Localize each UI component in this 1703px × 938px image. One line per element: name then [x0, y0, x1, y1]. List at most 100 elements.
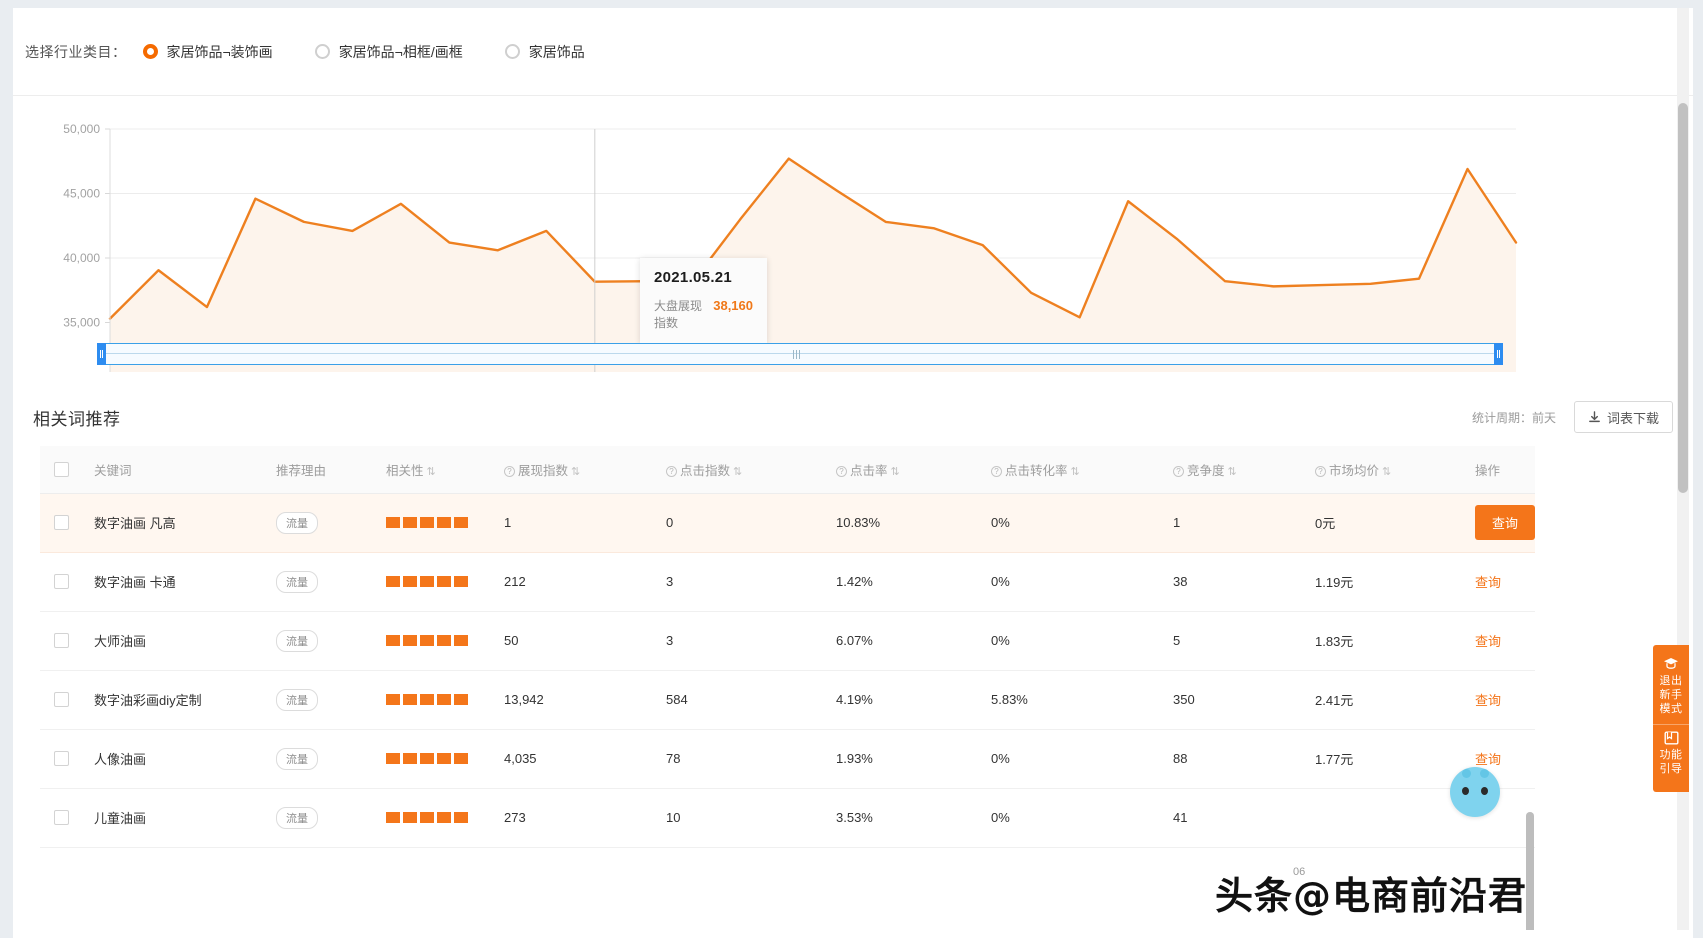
reason-cell: 流量	[262, 788, 372, 848]
table-header-clicks[interactable]: ? 点击指数 ⇅	[652, 446, 822, 494]
row-checkbox-cell	[40, 611, 80, 671]
table-row[interactable]: 人像油画 流量 4,035 78 1.93% 0% 88 1.77元 查询	[40, 729, 1535, 789]
side-rail-label-1-1: 引导	[1659, 763, 1683, 775]
avg-price-cell	[1301, 788, 1461, 848]
help-icon[interactable]: ?	[991, 465, 1002, 477]
radio-dot-icon[interactable]	[142, 44, 158, 59]
query-link[interactable]: 查询	[1475, 634, 1501, 649]
sort-icon[interactable]: ⇅	[1071, 465, 1080, 478]
table-row[interactable]: 数字油画 卡通 流量 212 3 1.42% 0% 38 1.19元 查询	[40, 552, 1535, 612]
row-checkbox[interactable]	[54, 515, 69, 530]
impression-value: 4,035	[504, 751, 537, 766]
query-link[interactable]: 查询	[1475, 693, 1501, 708]
sort-icon[interactable]: ⇅	[571, 465, 580, 478]
relevance-bar	[386, 812, 400, 823]
category-radio-label-1: 家居饰品¬相框/画框	[338, 43, 463, 60]
table-scrollbar-thumb[interactable]	[1526, 812, 1534, 938]
query-button[interactable]: 查询	[1475, 505, 1535, 540]
category-radio-1[interactable]: 家居饰品¬相框/画框	[314, 42, 463, 62]
ctr-cell: 1.42%	[822, 552, 977, 612]
row-checkbox[interactable]	[54, 692, 69, 707]
table-header-avg_price[interactable]: ? 市场均价 ⇅	[1301, 446, 1461, 494]
relevance-cell	[372, 788, 490, 848]
clicks-value: 584	[666, 692, 688, 707]
radio-dot-icon[interactable]	[314, 44, 330, 59]
table-row[interactable]: 数字油彩画diy定制 流量 13,942 584 4.19% 5.83% 350 2.41元 查…	[40, 670, 1535, 730]
page-gutter-right	[1693, 0, 1703, 938]
page-scrollbar[interactable]	[1677, 8, 1689, 938]
competition-cell: 41	[1159, 788, 1301, 848]
sort-icon[interactable]: ⇅	[1382, 465, 1391, 478]
table-header-cvr[interactable]: ? 点击转化率 ⇅	[977, 446, 1159, 494]
avg-price-value: 2.41元	[1315, 693, 1354, 708]
table-row[interactable]: 大师油画 流量 50 3 6.07% 0% 5 1.83元 查询	[40, 611, 1535, 671]
keyword-text: 人像油画	[94, 752, 147, 767]
row-checkbox[interactable]	[54, 633, 69, 648]
help-icon[interactable]: ?	[1315, 465, 1326, 477]
query-link[interactable]: 查询	[1475, 752, 1501, 767]
reason-tag: 流量	[276, 570, 318, 593]
relevance-bar	[420, 517, 434, 528]
sort-icon[interactable]: ⇅	[427, 465, 436, 478]
ctr-value: 6.07%	[836, 633, 873, 648]
keyword-cell: 数字油彩画diy定制	[80, 670, 262, 730]
help-icon[interactable]: ?	[504, 465, 515, 477]
row-checkbox[interactable]	[54, 810, 69, 825]
table-row[interactable]: 儿童油画 流量 273 10 3.53% 0% 41	[40, 788, 1535, 848]
select-all-checkbox[interactable]	[54, 461, 69, 477]
relevance-bar	[437, 635, 451, 646]
range-slider-grip[interactable]	[793, 350, 800, 359]
help-icon[interactable]: ?	[836, 465, 847, 477]
table-header-row: 关键词 推荐理由 相关性 ⇅? 展现指数 ⇅? 点击指数 ⇅? 点击率 ⇅? 点击转化率 ⇅? 竞争度 ⇅…	[40, 446, 1535, 494]
table-header-action: 操作	[1461, 446, 1535, 494]
keyword-cell: 数字油画 凡高	[80, 493, 262, 553]
related-words-header-actions: 统计周期：前天 词表下载	[1472, 401, 1673, 433]
page-scrollbar-thumb[interactable]	[1678, 103, 1688, 493]
keyword-text: 大师油画	[94, 634, 147, 649]
related-words-table: 关键词 推荐理由 相关性 ⇅? 展现指数 ⇅? 点击指数 ⇅? 点击率 ⇅? 点击转化率 ⇅? 竞争度 ⇅…	[40, 446, 1535, 848]
table-header-competition[interactable]: ? 竞争度 ⇅	[1159, 446, 1301, 494]
reason-tag: 流量	[276, 511, 318, 534]
range-slider-track	[98, 344, 1502, 364]
keyword-text: 数字油画 卡通	[94, 575, 176, 590]
clicks-value: 0	[666, 515, 674, 530]
range-slider-handle-left[interactable]	[97, 343, 106, 365]
table-header-relevance[interactable]: 相关性 ⇅	[372, 446, 490, 494]
avg-price-value: 1.83元	[1315, 634, 1354, 649]
side-rail-item-1[interactable]: 功能 引导	[1653, 724, 1689, 784]
table-scrollbar[interactable]	[1526, 812, 1534, 938]
table-header-impression[interactable]: ? 展现指数 ⇅	[490, 446, 652, 494]
sort-icon[interactable]: ⇅	[891, 465, 900, 478]
chart-range-slider[interactable]	[97, 343, 1503, 365]
cvr-value: 0%	[991, 633, 1010, 648]
floating-side-rail: 退出 新手 模式 功能 引导	[1653, 645, 1689, 792]
competition-cell: 88	[1159, 729, 1301, 789]
sort-icon[interactable]: ⇅	[1228, 465, 1237, 478]
relevance-bars	[386, 635, 490, 646]
action-cell: 查询	[1461, 493, 1535, 553]
reason-tag: 流量	[276, 747, 318, 770]
side-rail-item-0[interactable]: 退出 新手 模式	[1653, 651, 1689, 724]
sort-icon[interactable]: ⇅	[733, 465, 742, 478]
table-body: 数字油画 凡高 流量 1 0 10.83% 0% 1 0元 查询 数字油画 卡通 流量 212 3 1.4…	[40, 493, 1535, 848]
range-slider-handle-right[interactable]	[1494, 343, 1503, 365]
category-radio-0[interactable]: 家居饰品¬装饰画	[142, 42, 273, 62]
radio-dot-icon[interactable]	[504, 44, 520, 59]
chat-assistant-avatar[interactable]	[1450, 767, 1500, 817]
help-icon[interactable]: ?	[666, 465, 677, 477]
table-row[interactable]: 数字油画 凡高 流量 1 0 10.83% 0% 1 0元 查询	[40, 493, 1535, 553]
chart-tooltip: 2021.05.21 大盘展现指数 38,160	[640, 258, 767, 343]
query-link[interactable]: 查询	[1475, 575, 1501, 590]
row-checkbox[interactable]	[54, 574, 69, 589]
relevance-bars	[386, 753, 490, 764]
table-header-label-keyword: 关键词	[94, 463, 132, 478]
relevance-cell	[372, 552, 490, 612]
help-icon[interactable]: ?	[1173, 465, 1184, 477]
row-checkbox[interactable]	[54, 751, 69, 766]
reason-tag: 流量	[276, 629, 318, 652]
ctr-value: 10.83%	[836, 515, 881, 530]
download-wordlist-button[interactable]: 词表下载	[1573, 401, 1673, 433]
category-radio-2[interactable]: 家居饰品	[504, 42, 585, 62]
table-header-ctr[interactable]: ? 点击率 ⇅	[822, 446, 977, 494]
reason-tag: 流量	[276, 806, 318, 829]
